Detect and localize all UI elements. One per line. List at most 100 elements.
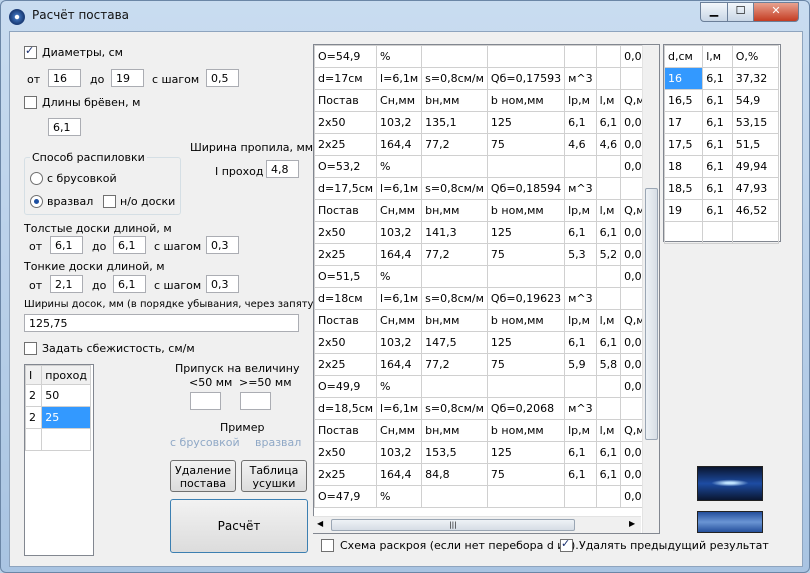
results-cell[interactable]: l,м — [595, 89, 622, 112]
results-cell[interactable]: 164,4 — [376, 133, 423, 156]
results-cell[interactable]: % — [376, 265, 423, 288]
results-cell[interactable] — [421, 155, 488, 178]
minimize-button[interactable]: ▁ — [700, 2, 728, 22]
scheme-checkbox[interactable] — [321, 539, 334, 552]
results-cell[interactable]: % — [376, 375, 423, 398]
results-vscroll-thumb[interactable] — [645, 188, 658, 440]
results-cell[interactable]: 164,4 — [376, 353, 423, 376]
summary-cell[interactable]: 6,1 — [702, 89, 733, 112]
kerf-input[interactable]: 4,8 — [266, 160, 299, 178]
results-cell[interactable]: 6,1 — [564, 111, 597, 134]
table-row[interactable]: 2x25164,477,2755,95,80,02175 — [314, 353, 659, 376]
results-cell[interactable]: 164,4 — [376, 463, 423, 486]
results-cell[interactable] — [595, 287, 622, 310]
summary-cell[interactable]: 47,93 — [731, 177, 780, 200]
results-cell[interactable]: м^3 — [564, 177, 597, 200]
results-cell[interactable]: Постав — [314, 309, 378, 332]
results-cell[interactable]: 103,2 — [376, 331, 423, 354]
table-row[interactable]: 2x50103,2153,51256,16,10,07625 — [314, 441, 659, 464]
scroll-right-arrow[interactable]: ▶ — [629, 519, 635, 528]
table-row[interactable]: О=54,9%0,09125 — [314, 45, 659, 68]
calc-button[interactable]: Расчёт — [170, 499, 308, 553]
results-cell[interactable]: О=54,9 — [314, 45, 378, 68]
results-cell[interactable]: 125 — [486, 331, 566, 354]
results-cell[interactable]: d=18,5см — [314, 397, 378, 420]
results-cell[interactable] — [486, 265, 566, 288]
results-cell[interactable]: b ном,мм — [486, 199, 566, 222]
results-cell[interactable]: Qб=0,17593 — [486, 67, 566, 90]
delete-prev-checkbox[interactable] — [560, 537, 573, 552]
results-cell[interactable]: 6,1 — [595, 111, 622, 134]
table-row[interactable]: О=47,9%0,09913 — [314, 485, 659, 508]
summary-cell[interactable]: 16,5 — [663, 89, 704, 112]
summary-cell[interactable]: 6,1 — [702, 67, 733, 90]
thin-from-input[interactable]: 2,1 — [50, 275, 83, 293]
results-cell[interactable]: Постав — [314, 419, 378, 442]
pass-table[interactable]: I проход 2 50 2 25 — [24, 364, 94, 556]
delete-stand-button[interactable]: Удаление постава — [170, 460, 236, 492]
results-cell[interactable]: 6,1 — [595, 463, 622, 486]
summary-cell[interactable]: 37,32 — [731, 67, 780, 90]
results-hscroll-thumb[interactable]: ||| — [331, 519, 575, 531]
results-hscrollbar[interactable]: ◀ ||| ▶ — [313, 516, 641, 533]
results-cell[interactable]: l=6,1м — [376, 177, 423, 200]
results-cell[interactable]: 2x25 — [314, 243, 378, 266]
results-cell[interactable]: 125 — [486, 111, 566, 134]
taper-checkbox[interactable] — [24, 342, 37, 355]
results-cell[interactable]: lр,м — [564, 309, 597, 332]
results-cell[interactable]: Сн,мм — [376, 309, 423, 332]
results-cell[interactable]: % — [376, 155, 423, 178]
results-cell[interactable]: 84,8 — [421, 463, 488, 486]
summary-cell[interactable]: 49,94 — [731, 155, 780, 178]
results-cell[interactable] — [595, 265, 622, 288]
results-cell[interactable]: b ном,мм — [486, 419, 566, 442]
table-row[interactable]: 2 50 — [24, 384, 91, 407]
table-row[interactable]: 2x50103,2141,31256,16,10,07625 — [314, 221, 659, 244]
summary-cell[interactable]: 51,5 — [731, 133, 780, 156]
table-row[interactable]: d=18,5см l=6,1м s=0,8см/м Qб=0,2068 м^3 — [314, 397, 659, 420]
close-button[interactable]: ✕ — [753, 2, 799, 22]
results-cell[interactable]: lр,м — [564, 89, 597, 112]
results-cell[interactable]: 164,4 — [376, 243, 423, 266]
results-cell[interactable]: О=47,9 — [314, 485, 378, 508]
results-cell[interactable]: Сн,мм — [376, 419, 423, 442]
results-cell[interactable]: l=6,1м — [376, 397, 423, 420]
results-cell[interactable]: s=0,8см/м — [421, 287, 488, 310]
table-row[interactable]: ПоставСн,ммbн,ммb ном,ммlр,мl,мQ,м^3 — [314, 199, 659, 222]
results-cell[interactable]: bн,мм — [421, 199, 488, 222]
results-cell[interactable]: 5,9 — [564, 353, 597, 376]
results-cell[interactable]: d=17,5см — [314, 177, 378, 200]
results-cell[interactable]: м^3 — [564, 397, 597, 420]
table-row[interactable]: 18,5 6,1 47,93 — [663, 177, 780, 200]
example-brus-link[interactable]: с брусовкой — [170, 436, 240, 449]
results-cell[interactable]: 6,1 — [564, 441, 597, 464]
table-row[interactable]: 17 6,1 53,15 — [663, 111, 780, 134]
results-cell[interactable]: s=0,8см/м — [421, 67, 488, 90]
results-cell[interactable] — [486, 375, 566, 398]
results-cell[interactable] — [595, 485, 622, 508]
thick-step-input[interactable]: 0,3 — [206, 236, 239, 254]
allowance-ge-input[interactable] — [240, 392, 271, 410]
table-row-new[interactable] — [663, 221, 780, 244]
radio-brus[interactable] — [30, 172, 43, 185]
results-cell[interactable] — [595, 67, 622, 90]
results-cell[interactable]: 125 — [486, 221, 566, 244]
results-cell[interactable]: 2x50 — [314, 331, 378, 354]
results-cell[interactable]: 103,2 — [376, 221, 423, 244]
results-cell[interactable]: 153,5 — [421, 441, 488, 464]
results-cell[interactable] — [564, 265, 597, 288]
results-cell[interactable]: 6,1 — [595, 221, 622, 244]
results-cell[interactable]: 6,1 — [595, 331, 622, 354]
table-row[interactable]: О=49,9% 0,098 — [314, 375, 659, 398]
results-cell[interactable]: l,м — [595, 199, 622, 222]
results-cell[interactable] — [421, 485, 488, 508]
results-cell[interactable]: 2x25 — [314, 133, 378, 156]
results-cell[interactable]: Сн,мм — [376, 89, 423, 112]
table-row[interactable]: 16 6,1 37,32 — [663, 67, 780, 90]
table-row[interactable]: 2x50103,2147,51256,16,10,07625 — [314, 331, 659, 354]
results-cell[interactable]: 147,5 — [421, 331, 488, 354]
results-cell[interactable]: 103,2 — [376, 111, 423, 134]
table-row[interactable]: 17,5 6,1 51,5 — [663, 133, 780, 156]
widths-input[interactable]: 125,75 — [24, 314, 299, 332]
results-cell[interactable]: 6,1 — [564, 331, 597, 354]
